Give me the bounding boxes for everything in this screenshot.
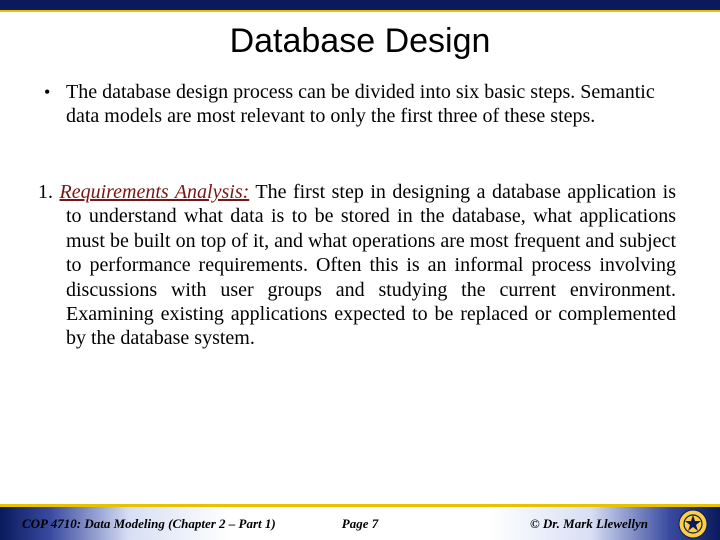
step-label: Requirements Analysis: <box>59 181 249 203</box>
footer-page-number: Page 7 <box>342 516 378 532</box>
top-stripe <box>0 0 720 10</box>
step-number: 1. <box>38 181 59 203</box>
bullet-dot-icon: • <box>44 80 66 129</box>
footer-content: COP 4710: Data Modeling (Chapter 2 – Par… <box>0 507 720 540</box>
top-yellow-divider <box>0 10 720 12</box>
intro-bullet-text: The database design process can be divid… <box>66 80 676 129</box>
step-requirements-analysis: 1. Requirements Analysis: The first step… <box>38 180 676 351</box>
ucf-logo-icon <box>678 509 708 539</box>
intro-bullet: • The database design process can be div… <box>44 80 676 129</box>
footer-copyright: © Dr. Mark Llewellyn <box>530 516 648 532</box>
slide: Database Design • The database design pr… <box>0 0 720 540</box>
footer: COP 4710: Data Modeling (Chapter 2 – Par… <box>0 504 720 540</box>
footer-course: COP 4710: Data Modeling (Chapter 2 – Par… <box>0 516 276 532</box>
slide-title: Database Design <box>0 22 720 61</box>
step-body: The first step in designing a database a… <box>66 181 676 349</box>
